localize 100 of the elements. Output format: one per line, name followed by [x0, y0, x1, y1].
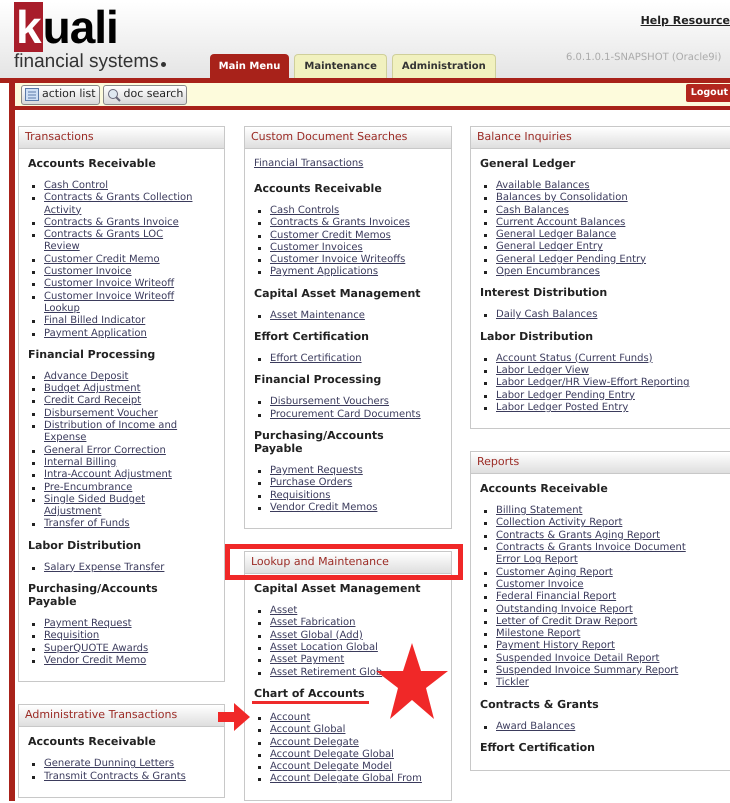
menu-link[interactable]: Outstanding Invoice Report	[496, 604, 633, 616]
menu-link[interactable]: Contracts & Grants LOC Review	[44, 229, 196, 254]
menu-link[interactable]: Balances by Consolidation	[496, 192, 628, 205]
menu-link[interactable]: Account Delegate	[270, 736, 359, 749]
menu-link[interactable]: SuperQUOTE Awards	[44, 642, 148, 655]
menu-link[interactable]: Customer Invoice Writeoffs	[270, 254, 406, 266]
menu-link[interactable]: Generate Dunning Letters	[44, 758, 174, 770]
menu-link[interactable]: Advance Deposit	[44, 370, 128, 384]
menu-link[interactable]: Contracts & Grants Invoice	[44, 216, 179, 230]
menu-link[interactable]: Cash Balances	[496, 204, 569, 217]
bullet-icon	[32, 635, 35, 638]
menu-link[interactable]: Current Account Balances	[496, 216, 626, 230]
help-link[interactable]: Help Resource	[640, 13, 730, 30]
nav-tab[interactable]: Administration	[392, 54, 496, 78]
menu-link[interactable]: Vendor Credit Memos	[270, 502, 378, 514]
menu-link[interactable]: Internal Billing	[44, 456, 116, 470]
menu-link[interactable]: Contracts & Grants Invoices	[270, 217, 410, 230]
menu-link[interactable]: Contracts & Grants Invoice Document Error Log Report	[496, 542, 711, 567]
menu-link[interactable]: Credit Card Receipt	[44, 395, 142, 408]
menu-link[interactable]: Purchase Orders	[270, 477, 352, 490]
bullet-icon	[32, 523, 35, 526]
menu-link[interactable]: Disbursement Vouchers	[270, 396, 390, 409]
menu-link[interactable]: Customer Invoice	[496, 578, 584, 592]
menu-link[interactable]: Effort Certification	[270, 353, 362, 366]
bullet-icon	[258, 401, 261, 404]
menu-link[interactable]: Account Global	[270, 724, 346, 737]
menu-link[interactable]: Procurement Card Documents	[270, 408, 421, 421]
bullet-icon	[484, 726, 487, 729]
menu-link[interactable]: Asset Maintenance	[270, 310, 365, 322]
menu-link[interactable]: Final Billed Indicator	[44, 315, 146, 328]
panel-title: Reports	[477, 454, 520, 470]
menu-link[interactable]: Cash Controls	[270, 205, 340, 218]
menu-link[interactable]: Customer Invoice Writeoff	[44, 278, 174, 291]
menu-link[interactable]: Award Balances	[496, 720, 576, 733]
bullet-icon	[484, 271, 487, 274]
menu-link[interactable]: Payment Requests	[270, 464, 363, 478]
menu-link[interactable]: Payment Application	[44, 328, 147, 340]
menu-link[interactable]: Transmit Contracts & Grants	[44, 770, 186, 783]
menu-link[interactable]: Labor Ledger Pending Entry	[496, 390, 635, 402]
menu-link[interactable]: Transfer of Funds	[44, 518, 130, 531]
menu-link[interactable]: Suspended Invoice Summary Report	[496, 665, 678, 678]
section-heading: Labor Distribution	[480, 330, 594, 343]
menu-link[interactable]: Asset Global (Add)	[270, 630, 363, 642]
menu-link[interactable]: Available Balances	[496, 180, 590, 192]
menu-link[interactable]: Account Delegate Global	[270, 748, 394, 762]
menu-link[interactable]: Account	[270, 712, 310, 724]
menu-link[interactable]: Contracts & Grants Aging Report	[496, 530, 660, 542]
nav-tab[interactable]: Maintenance	[294, 54, 387, 78]
menu-link[interactable]: Account Delegate Model	[270, 761, 392, 774]
menu-link[interactable]: Labor Ledger View	[496, 364, 589, 378]
menu-link[interactable]: Requisition	[44, 630, 100, 643]
menu-link[interactable]: Billing Statement	[496, 505, 582, 518]
menu-link[interactable]: Open Encumbrances	[496, 266, 600, 278]
menu-link[interactable]: General Ledger Pending Entry	[496, 254, 646, 266]
menu-link[interactable]: Distribution of Income and Expense	[44, 420, 196, 445]
section-link[interactable]: Financial Transactions	[254, 157, 442, 170]
section-heading: Interest Distribution	[480, 286, 608, 300]
menu-link[interactable]: Cash Control	[44, 180, 108, 192]
bullet-icon	[32, 450, 35, 453]
nav-tab[interactable]: Main Menu	[210, 54, 290, 78]
menu-link[interactable]: Salary Expense Transfer	[44, 562, 164, 574]
menu-link[interactable]: Asset	[270, 605, 298, 618]
menu-link[interactable]: General Error Correction	[44, 444, 166, 457]
menu-link[interactable]: Labor Ledger/HR View-Effort Reporting	[496, 377, 690, 390]
menu-link[interactable]: Customer Invoices	[270, 242, 363, 254]
menu-link[interactable]: General Ledger Entry	[496, 241, 603, 254]
menu-link[interactable]: Labor Ledger Posted Entry	[496, 402, 628, 414]
menu-link[interactable]: Customer Credit Memo	[44, 254, 160, 266]
menu-link[interactable]: Customer Credit Memos	[270, 230, 391, 242]
menu-link[interactable]: Requisitions	[270, 490, 330, 502]
menu-link[interactable]: Tickler	[496, 677, 529, 690]
menu-link[interactable]: Customer Invoice	[44, 266, 132, 278]
menu-link[interactable]: Payment History Report	[496, 640, 615, 653]
logout-button[interactable]: Logout	[686, 84, 730, 102]
menu-link[interactable]: General Ledger Balance	[496, 229, 616, 242]
menu-link[interactable]: Asset Fabrication	[270, 617, 356, 630]
menu-link[interactable]: Budget Adjustment	[44, 383, 141, 396]
toolbar-button[interactable]: doc search	[102, 84, 188, 104]
menu-link[interactable]: Disbursement Voucher	[44, 408, 158, 420]
menu-link[interactable]: Pre-Encumbrance	[44, 482, 132, 494]
menu-link[interactable]: Payment Applications	[270, 266, 378, 279]
menu-link[interactable]: Letter of Credit Draw Report	[496, 616, 638, 628]
menu-link[interactable]: Asset Payment	[270, 654, 344, 667]
menu-link[interactable]: Collection Activity Report	[496, 517, 622, 530]
menu-link[interactable]: Single Sided Budget Adjustment	[44, 494, 196, 518]
menu-link[interactable]: Account Status (Current Funds)	[496, 352, 653, 365]
menu-link[interactable]: Vendor Credit Memo	[44, 654, 146, 668]
menu-link[interactable]: Intra-Account Adjustment	[44, 469, 172, 482]
menu-link[interactable]: Account Delegate Global From	[270, 773, 422, 786]
menu-link[interactable]: Milestone Report	[496, 628, 580, 640]
menu-link[interactable]: Payment Request	[44, 618, 132, 630]
bullet-icon	[484, 522, 487, 526]
menu-link[interactable]: Customer Aging Report	[496, 566, 613, 579]
menu-link[interactable]: Daily Cash Balances	[496, 309, 598, 322]
menu-link[interactable]: Asset Location Global	[270, 642, 378, 654]
menu-link[interactable]: Suspended Invoice Detail Report	[496, 652, 660, 666]
toolbar-button[interactable]: action list	[21, 84, 100, 104]
menu-link[interactable]: Federal Financial Report	[496, 591, 616, 604]
menu-link[interactable]: Customer Invoice Writeoff Lookup	[44, 290, 196, 316]
menu-link[interactable]: Contracts & Grants Collection Activity	[44, 192, 196, 217]
